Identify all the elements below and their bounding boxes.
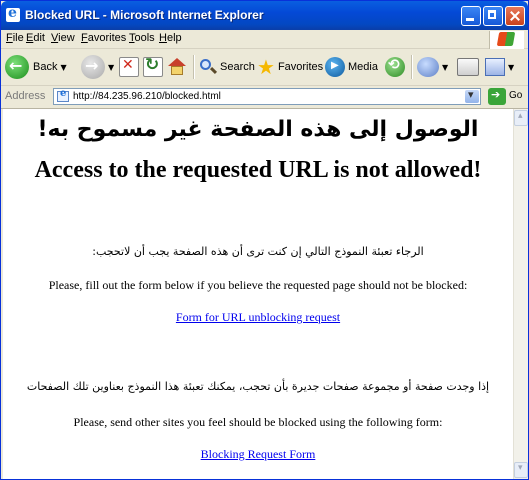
address-url: http://84.235.96.210/blocked.html	[73, 91, 221, 102]
media-icon	[325, 57, 345, 77]
blocking-request-link[interactable]: Blocking Request Form	[201, 447, 316, 461]
address-bar: Address http://84.235.96.210/blocked.htm…	[1, 86, 528, 109]
history-button[interactable]	[385, 52, 405, 82]
windows-logo	[489, 31, 524, 49]
back-button[interactable]: Back ▼	[5, 52, 67, 82]
page-icon	[57, 88, 69, 102]
menu-view[interactable]: View	[51, 32, 75, 44]
history-icon	[385, 57, 405, 77]
unblock-request-link[interactable]: Form for URL unblocking request	[176, 310, 340, 324]
scroll-down-button[interactable]	[514, 462, 528, 478]
menu-tools[interactable]: Tools	[129, 32, 155, 44]
maximize-button[interactable]	[483, 6, 503, 26]
address-dropdown-button[interactable]	[465, 88, 479, 103]
refresh-icon	[143, 55, 163, 77]
unblock-text-english: Please, fill out the form below if you b…	[48, 278, 468, 292]
windows-flag-icon	[496, 32, 516, 46]
stop-button[interactable]	[119, 52, 139, 82]
block-text-arabic: إذا وجدت صفحة أو مجموعة صفحات جديرة بأن …	[26, 380, 490, 393]
close-button[interactable]	[505, 6, 525, 26]
printer-icon	[457, 58, 479, 76]
chevron-down-icon[interactable]: ▼	[508, 63, 514, 72]
favorites-button[interactable]: ★ Favorites	[257, 52, 323, 82]
scroll-up-button[interactable]	[514, 110, 528, 126]
menu-edit[interactable]: Edit	[26, 32, 45, 44]
go-arrow-icon[interactable]	[488, 88, 506, 105]
print-button[interactable]	[457, 52, 479, 82]
title-bar[interactable]: Blocked URL - Microsoft Internet Explore…	[1, 1, 528, 30]
heading-arabic: الوصول إلى هذه الصفحة غير مسموح به!	[37, 117, 479, 142]
home-icon	[167, 58, 187, 76]
chevron-down-icon[interactable]: ▼	[442, 63, 448, 72]
mail-button[interactable]: ▼	[417, 52, 448, 82]
edit-page-icon	[485, 58, 505, 76]
menu-favorites[interactable]: Favorites	[81, 32, 126, 44]
go-button[interactable]: Go	[509, 90, 522, 101]
home-button[interactable]	[167, 52, 187, 82]
heading-english: Access to the requested URL is not allow…	[34, 157, 482, 183]
toolbar-divider	[193, 55, 195, 79]
ie-icon	[6, 5, 20, 22]
mail-icon	[417, 57, 439, 77]
forward-button[interactable]: ▼	[81, 52, 114, 82]
window-title: Blocked URL - Microsoft Internet Explore…	[25, 8, 264, 22]
chevron-down-icon[interactable]: ▼	[60, 63, 66, 72]
block-text-english: Please, send other sites you feel should…	[73, 415, 443, 429]
edit-button[interactable]: ▼	[485, 52, 514, 82]
toolbar-divider	[411, 55, 413, 79]
media-label: Media	[348, 61, 378, 73]
star-icon: ★	[257, 55, 275, 79]
forward-arrow-icon	[81, 55, 105, 79]
back-arrow-icon	[5, 55, 29, 79]
menu-help[interactable]: Help	[159, 32, 182, 44]
unblock-text-arabic: الرجاء تعبئة النموذج التالي إن كنت ترى أ…	[92, 245, 424, 258]
toolbar: Back ▼ ▼ Search ★ Favorites Media ▼	[1, 49, 528, 86]
stop-icon	[119, 57, 139, 77]
vertical-scrollbar[interactable]	[513, 109, 528, 479]
favorites-label: Favorites	[277, 61, 324, 73]
search-icon	[199, 58, 217, 76]
address-label: Address	[5, 90, 46, 102]
back-label: Back	[33, 61, 58, 73]
address-input[interactable]: http://84.235.96.210/blocked.html	[53, 88, 481, 105]
search-button[interactable]: Search	[199, 52, 255, 82]
refresh-button[interactable]	[143, 52, 163, 82]
minimize-button[interactable]	[461, 6, 481, 26]
menu-file[interactable]: File	[6, 32, 24, 44]
search-label: Search	[220, 61, 255, 73]
ie-window: Blocked URL - Microsoft Internet Explore…	[0, 0, 529, 480]
menu-bar: File Edit View Favorites Tools Help	[1, 30, 528, 49]
page-content: الوصول إلى هذه الصفحة غير مسموح به! Acce…	[3, 109, 513, 479]
media-button[interactable]: Media	[325, 52, 378, 82]
chevron-down-icon[interactable]: ▼	[108, 63, 114, 72]
